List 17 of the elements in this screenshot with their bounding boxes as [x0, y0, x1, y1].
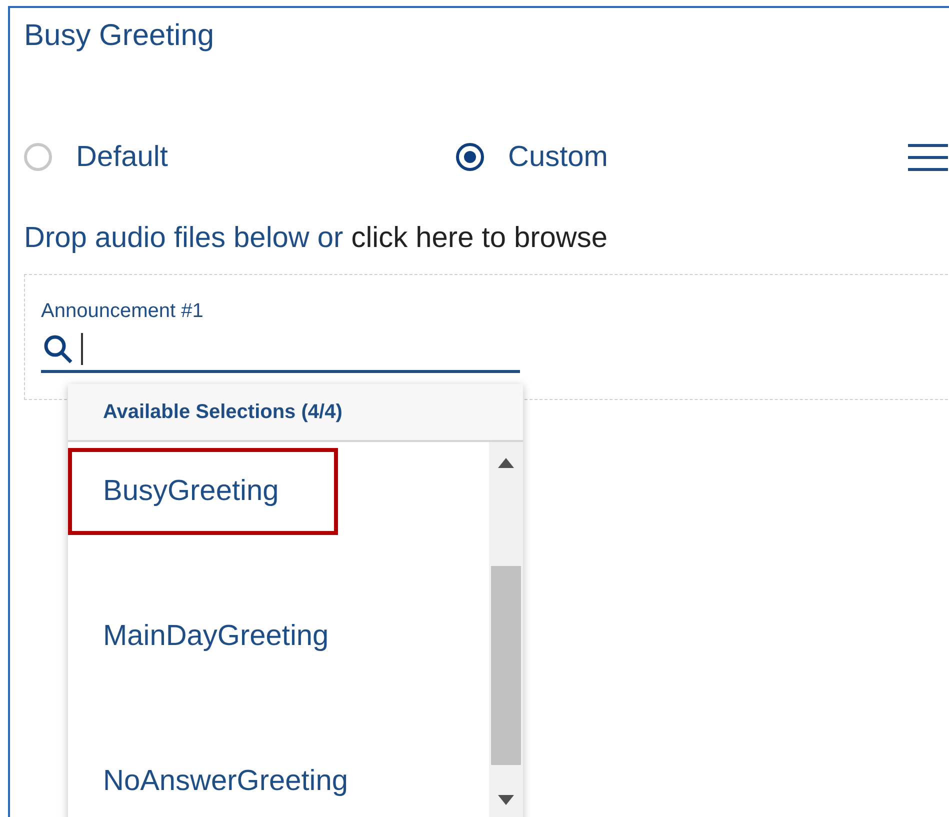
dropdown-option[interactable]: NoAnswerGreeting: [68, 738, 407, 817]
upload-hint: Drop audio files below or click here to browse: [24, 221, 608, 256]
field-label: Announcement #1: [41, 299, 204, 323]
scroll-down-icon[interactable]: [498, 795, 514, 805]
panel-title: Busy Greeting: [24, 18, 214, 54]
radio-button[interactable]: [456, 143, 484, 171]
browse-link[interactable]: click here to browse: [351, 222, 608, 254]
dropdown-option[interactable]: MainDayGreeting: [68, 593, 388, 680]
dropdown-header: Available Selections (4/4): [68, 384, 523, 442]
scrollbar-thumb[interactable]: [491, 566, 521, 765]
radio-label: Custom: [508, 140, 608, 174]
menu-icon[interactable]: [908, 144, 948, 170]
scrollbar[interactable]: [489, 442, 523, 817]
scroll-up-icon[interactable]: [498, 458, 514, 468]
radio-label: Default: [76, 140, 168, 174]
dropdown-option[interactable]: BusyGreeting: [68, 448, 338, 535]
search-icon: [43, 334, 73, 364]
